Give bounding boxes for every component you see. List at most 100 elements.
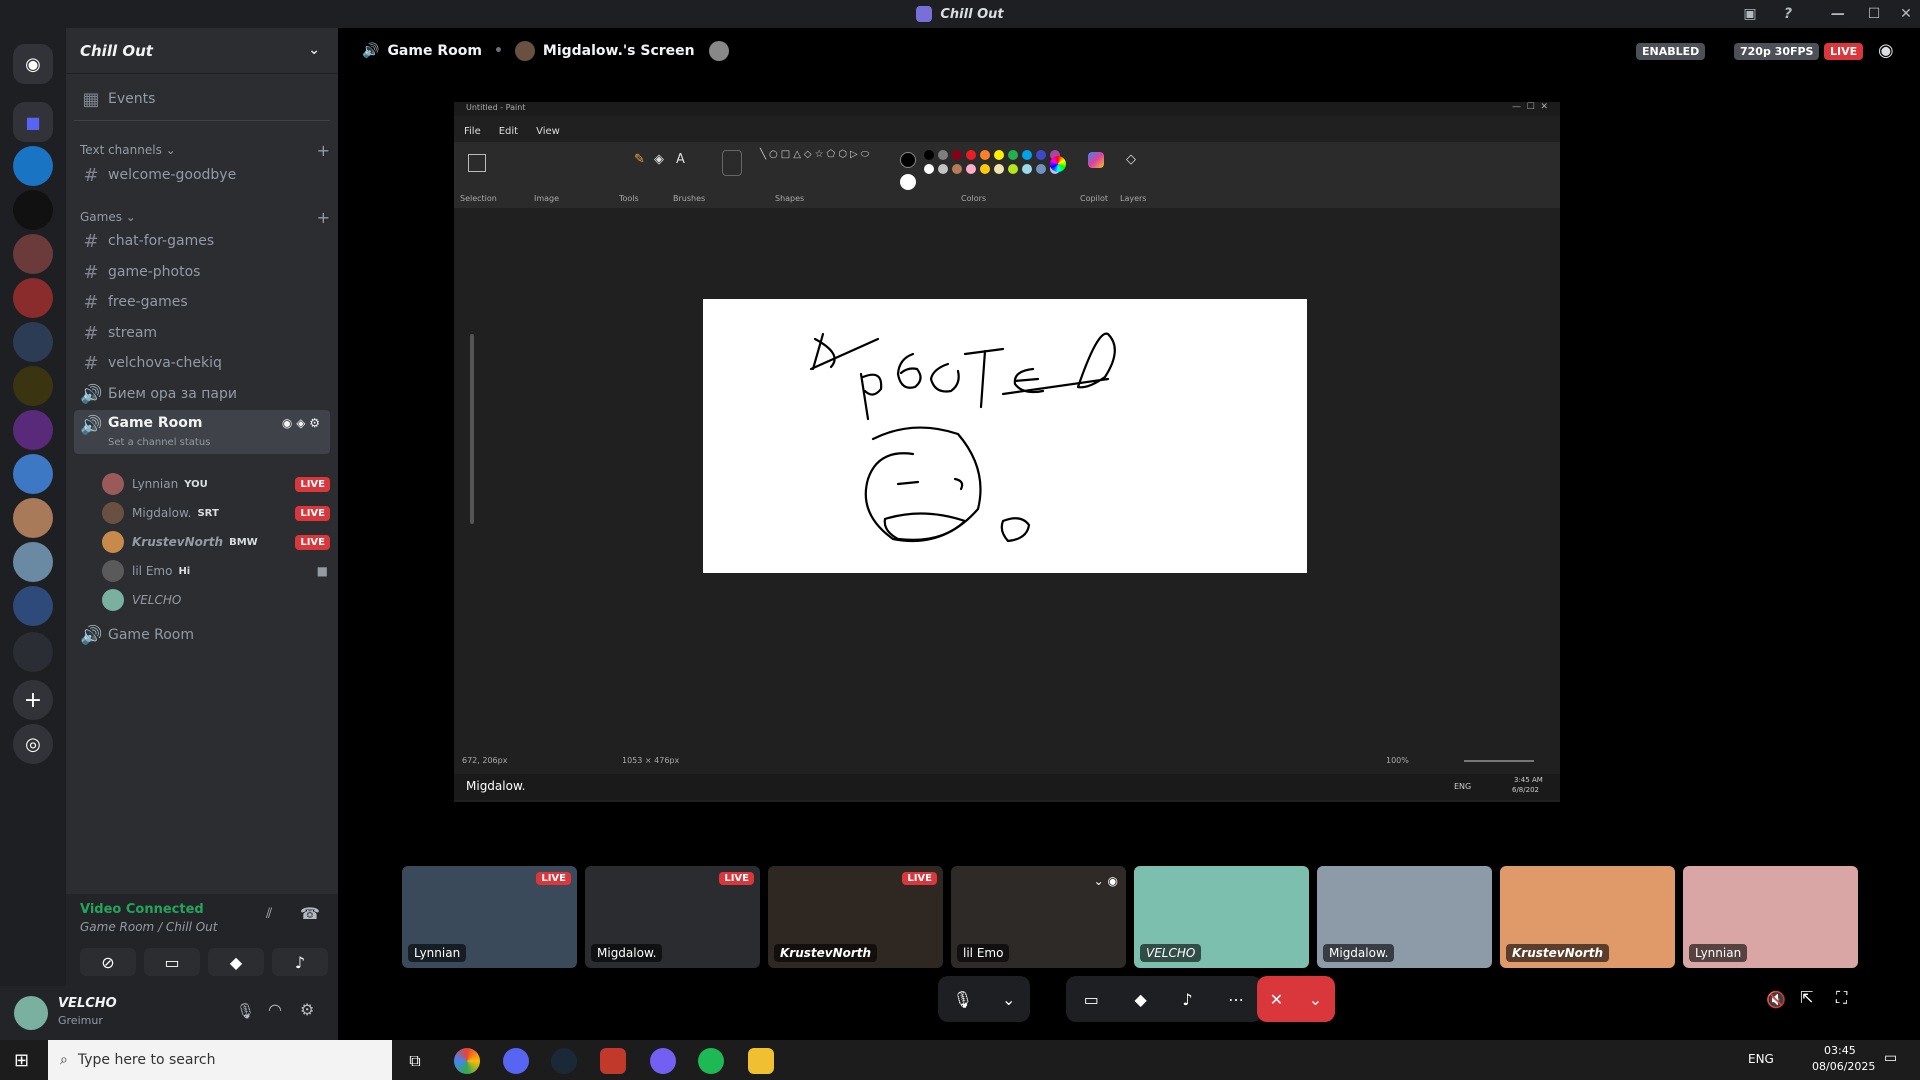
stop-stream-icon[interactable]: ✕ bbox=[1270, 990, 1283, 1009]
headphones-icon[interactable]: ◠ bbox=[268, 1000, 282, 1019]
spotify-icon[interactable] bbox=[698, 1048, 724, 1074]
chevron-down-icon[interactable]: ⌄ bbox=[308, 42, 320, 58]
search-box[interactable]: ⌕ Type here to search bbox=[48, 1040, 392, 1080]
events-item[interactable]: ▦ Events bbox=[74, 84, 330, 114]
copilot-icon[interactable] bbox=[1088, 152, 1104, 168]
server-icon[interactable] bbox=[13, 278, 53, 318]
participant-tile[interactable]: lil Emo ⌄ ◉ bbox=[951, 866, 1126, 968]
fill-icon[interactable]: ◈ bbox=[654, 152, 664, 167]
participant-tile[interactable]: Lynnian bbox=[1683, 866, 1858, 968]
channel-status[interactable]: Set a channel status bbox=[108, 437, 210, 448]
discover-icon[interactable]: ◎ bbox=[13, 724, 53, 764]
steam-icon[interactable] bbox=[551, 1048, 577, 1074]
voice-member[interactable]: Lynnian YOU LIVE bbox=[102, 471, 330, 497]
pencil-icon[interactable]: ✎ bbox=[634, 152, 645, 167]
media-controls[interactable]: ▭ ◆ ♪ ⋯ bbox=[1066, 976, 1262, 1022]
color-palette[interactable] bbox=[924, 150, 1060, 174]
category-games[interactable]: Games ⌄ + bbox=[80, 208, 330, 227]
server-icon[interactable] bbox=[13, 322, 53, 362]
participant-tile[interactable]: Lynnian LIVE bbox=[402, 866, 577, 968]
speaker-mute-icon[interactable]: 🔇 bbox=[1766, 990, 1786, 1009]
text-tool-icon[interactable]: A bbox=[676, 152, 685, 167]
chevron-down-icon[interactable]: ⌄ bbox=[1002, 990, 1015, 1009]
voice-member[interactable]: KrustevNorth BMW LIVE bbox=[102, 529, 330, 555]
menu-edit[interactable]: Edit bbox=[499, 126, 518, 137]
category-text-channels[interactable]: Text channels ⌄ + bbox=[80, 141, 330, 160]
server-icon[interactable] bbox=[13, 454, 53, 494]
more-icon[interactable]: ⋯ bbox=[1228, 990, 1244, 1009]
tray-date[interactable]: 08/06/2025 bbox=[1812, 1060, 1875, 1073]
avatar[interactable] bbox=[14, 996, 48, 1030]
close-button[interactable]: ✕ bbox=[1888, 0, 1920, 28]
server-icon[interactable] bbox=[13, 410, 53, 450]
voicemeeter-icon[interactable] bbox=[600, 1048, 626, 1074]
channel-velchova-chekiq[interactable]: # velchova-chekiq bbox=[74, 348, 330, 378]
maximize-button[interactable]: ☐ bbox=[1856, 0, 1892, 28]
server-header[interactable]: Chill Out ⌄ bbox=[66, 28, 338, 74]
connection-status[interactable]: Video Connected bbox=[80, 902, 204, 917]
menu-view[interactable]: View bbox=[536, 126, 560, 137]
participant-tile[interactable]: KrustevNorth bbox=[1500, 866, 1675, 968]
popout-icon[interactable]: ⇱ bbox=[1800, 988, 1813, 1007]
zoom-slider[interactable] bbox=[1464, 760, 1534, 762]
add-server-icon[interactable]: + bbox=[13, 680, 53, 720]
soundboard-button[interactable]: ♪ bbox=[272, 948, 328, 976]
server-icon[interactable] bbox=[13, 498, 53, 538]
mic-control[interactable]: 🎙 ⌄ bbox=[938, 976, 1030, 1022]
soundboard-icon[interactable]: ♪ bbox=[1182, 990, 1192, 1009]
connection-location[interactable]: Game Room / Chill Out bbox=[80, 920, 217, 934]
server-icon[interactable] bbox=[13, 190, 53, 230]
voice-channel-game-room-active[interactable]: 🔊 Game Room Set a channel status ◉ ◈ ⚙ bbox=[74, 410, 330, 454]
leave-call-button[interactable]: ✕ ⌄ bbox=[1257, 976, 1335, 1022]
microphone-icon[interactable]: 🎙 bbox=[236, 1002, 255, 1020]
help-icon[interactable]: ? bbox=[1770, 0, 1806, 28]
activities-icon[interactable]: ◆ bbox=[1134, 990, 1146, 1009]
participant-tile[interactable]: KrustevNorth LIVE bbox=[768, 866, 943, 968]
camera-off-button[interactable]: ⊘ bbox=[80, 948, 136, 976]
active-server-icon[interactable] bbox=[13, 586, 53, 626]
viber-icon[interactable] bbox=[650, 1048, 676, 1074]
participant-tile[interactable]: Migdalow. bbox=[1317, 866, 1492, 968]
inbox-icon[interactable]: ▣ bbox=[1732, 0, 1768, 28]
discord-taskbar-icon[interactable] bbox=[503, 1048, 529, 1074]
tray-time[interactable]: 03:45 bbox=[1824, 1044, 1856, 1057]
selection-tool-icon[interactable] bbox=[468, 154, 486, 172]
layers-icon[interactable]: ◇ bbox=[1126, 152, 1136, 167]
menu-file[interactable]: File bbox=[464, 126, 481, 137]
chat-bubble-icon[interactable]: ◉ bbox=[1878, 40, 1894, 61]
edit-colors-icon[interactable] bbox=[1050, 156, 1066, 172]
noise-suppression-icon[interactable]: ⫽ bbox=[266, 906, 272, 922]
participant-tile[interactable]: Migdalow. LIVE bbox=[585, 866, 760, 968]
server-icon[interactable] bbox=[13, 234, 53, 274]
channel-stream[interactable]: # stream bbox=[74, 318, 330, 348]
disconnect-icon[interactable]: ☎ bbox=[300, 904, 320, 923]
chrome-icon[interactable] bbox=[454, 1048, 480, 1074]
activities-button[interactable]: ◆ bbox=[208, 948, 264, 976]
voice-channel-game-room[interactable]: 🔊 Game Room bbox=[74, 620, 330, 650]
collapse-participants-icon[interactable]: ⌄ ◉ bbox=[1094, 874, 1118, 888]
server-icon[interactable] bbox=[13, 146, 53, 186]
brush-size-slider[interactable] bbox=[470, 334, 474, 524]
add-channel-icon[interactable]: + bbox=[317, 208, 330, 227]
shapes-gallery[interactable]: ╲○□△◇☆⬠⬡▷⬭ bbox=[760, 148, 869, 186]
share-screen-icon[interactable]: ▭ bbox=[1084, 990, 1099, 1009]
color2-swatch[interactable] bbox=[900, 174, 916, 190]
channel-chat-for-games[interactable]: # chat-for-games bbox=[74, 226, 330, 256]
server-icon[interactable] bbox=[13, 542, 53, 582]
server-icon[interactable] bbox=[13, 366, 53, 406]
paint-canvas[interactable] bbox=[703, 299, 1307, 573]
server-folder-icon[interactable] bbox=[13, 632, 53, 672]
settings-gear-icon[interactable]: ⚙ bbox=[300, 1000, 314, 1019]
start-icon[interactable]: ⊞ bbox=[14, 1050, 29, 1071]
direct-messages-icon[interactable]: ■ bbox=[13, 102, 53, 142]
channel-game-photos[interactable]: # game-photos bbox=[74, 257, 330, 287]
voice-member[interactable]: VELCHO bbox=[102, 587, 330, 613]
viewer-avatar[interactable] bbox=[708, 41, 729, 61]
minimize-button[interactable]: — bbox=[1820, 0, 1856, 28]
fullscreen-icon[interactable]: ⛶ bbox=[1836, 988, 1847, 1008]
voice-member[interactable]: Migdalow. SRT LIVE bbox=[102, 500, 330, 526]
channel-actions-icons[interactable]: ◉ ◈ ⚙ bbox=[282, 416, 320, 430]
channel-free-games[interactable]: # free-games bbox=[74, 287, 330, 317]
color1-swatch[interactable] bbox=[900, 152, 916, 168]
file-explorer-icon[interactable] bbox=[748, 1048, 774, 1074]
